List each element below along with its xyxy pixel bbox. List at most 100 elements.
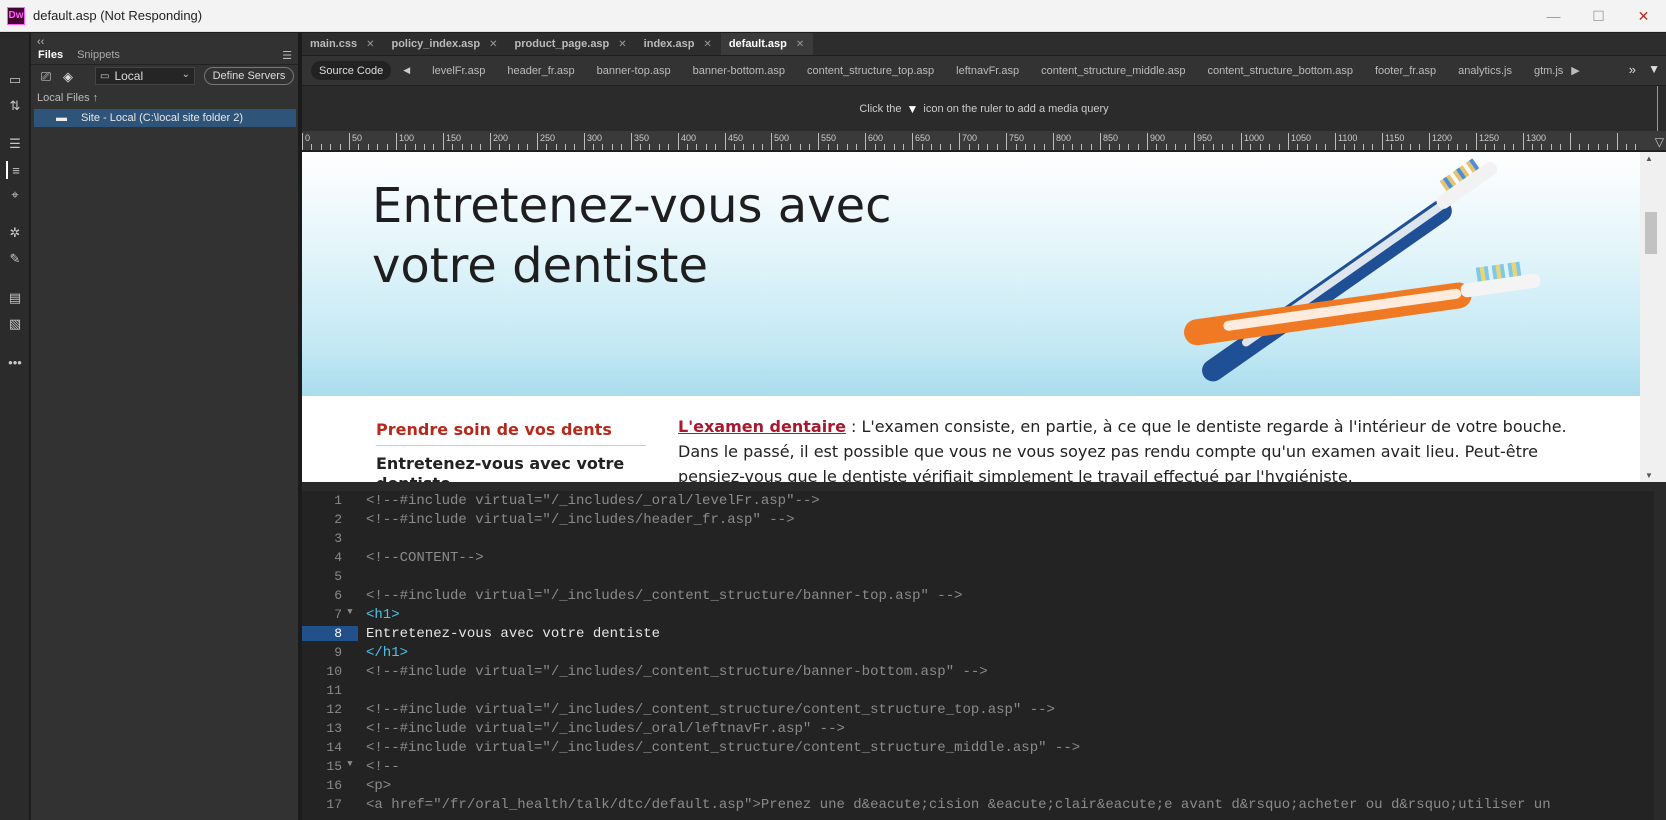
tab-label: main.css bbox=[310, 38, 358, 50]
filter-icon[interactable]: ▼ bbox=[1648, 62, 1660, 76]
related-file[interactable]: leftnavFr.asp bbox=[956, 65, 1019, 77]
scrollbar-thumb[interactable] bbox=[1645, 212, 1657, 254]
line-number[interactable]: 1 bbox=[302, 493, 342, 508]
line-number[interactable]: 10 bbox=[302, 664, 342, 679]
code-view[interactable]: 1 <!--#include virtual="/_includes/_oral/… bbox=[302, 491, 1666, 820]
line-number[interactable]: 3 bbox=[302, 531, 342, 546]
related-file[interactable]: header_fr.asp bbox=[507, 65, 574, 77]
code-line[interactable]: 6 <!--#include virtual="/_includes/_conte… bbox=[302, 586, 1666, 605]
close-icon[interactable]: ✕ bbox=[489, 39, 497, 50]
comments-icon[interactable]: ▤ bbox=[6, 289, 24, 307]
line-number[interactable]: 8 bbox=[302, 626, 342, 641]
live-view[interactable]: Entretenez-vous avec votre dentiste Pren… bbox=[302, 152, 1640, 482]
tab-default[interactable]: default.asp ✕ bbox=[720, 33, 814, 55]
sync-icon[interactable]: ⇅ bbox=[6, 97, 24, 115]
related-file[interactable]: content_structure_bottom.asp bbox=[1207, 65, 1353, 77]
git-icon[interactable]: ◈ bbox=[59, 69, 77, 85]
file-icon[interactable]: ▭ bbox=[6, 71, 24, 89]
line-number[interactable]: 11 bbox=[302, 683, 342, 698]
scroll-right-icon[interactable]: ▶ bbox=[1571, 64, 1579, 77]
properties-icon[interactable]: ☰ bbox=[6, 135, 24, 153]
nav-item-current[interactable]: Entretenez-vous avec votre dentiste bbox=[376, 454, 646, 482]
source-code-button[interactable]: Source Code bbox=[311, 61, 392, 80]
tab-main-css[interactable]: main.css ✕ bbox=[302, 33, 383, 55]
code-line[interactable]: 12 <!--#include virtual="/_includes/_cont… bbox=[302, 700, 1666, 719]
more-icon[interactable]: ••• bbox=[6, 353, 24, 371]
local-files-header[interactable]: Local Files ↑ bbox=[37, 92, 98, 104]
tab-product-page[interactable]: product_page.asp ✕ bbox=[507, 33, 636, 55]
code-text: <p> bbox=[366, 777, 392, 794]
code-line[interactable]: 9 </h1> bbox=[302, 643, 1666, 662]
code-line[interactable]: 11 bbox=[302, 681, 1666, 700]
code-line[interactable]: 8 Entretenez-vous avec votre dentiste bbox=[302, 624, 1666, 643]
close-button[interactable]: ✕ bbox=[1621, 0, 1666, 32]
ruler[interactable]: 0 50 100 150 200 250 300 350 400 450 500 550 600 650 7… bbox=[302, 131, 1666, 151]
code-line[interactable]: 4 <!--CONTENT--> bbox=[302, 548, 1666, 567]
code-line[interactable]: 1 <!--#include virtual="/_includes/_oral/… bbox=[302, 491, 1666, 510]
code-line[interactable]: 16 <p> bbox=[302, 776, 1666, 795]
code-line[interactable]: 7 ▼ <h1> bbox=[302, 605, 1666, 624]
related-file[interactable]: content_structure_middle.asp bbox=[1041, 65, 1185, 77]
code-line[interactable]: 14 <!--#include virtual="/_includes/_cont… bbox=[302, 738, 1666, 757]
ruler-width-marker-icon[interactable]: ▽ bbox=[1655, 135, 1664, 149]
minimize-button[interactable]: — bbox=[1531, 0, 1576, 32]
close-icon[interactable]: ✕ bbox=[618, 39, 626, 50]
related-file[interactable]: content_structure_top.asp bbox=[807, 65, 934, 77]
maximize-button[interactable]: ☐ bbox=[1576, 0, 1621, 32]
line-number[interactable]: 6 bbox=[302, 588, 342, 603]
line-number[interactable]: 4 bbox=[302, 550, 342, 565]
dom-icon[interactable]: ≡ bbox=[6, 161, 24, 179]
ruler-tick-label: 450 bbox=[728, 133, 744, 143]
code-line[interactable]: 5 bbox=[302, 567, 1666, 586]
code-line[interactable]: 10 <!--#include virtual="/_includes/_cont… bbox=[302, 662, 1666, 681]
nav-title[interactable]: Prendre soin de vos dents bbox=[376, 420, 646, 446]
scroll-down-icon[interactable]: ▼ bbox=[1645, 471, 1653, 480]
related-file[interactable]: analytics.js bbox=[1458, 65, 1512, 77]
close-icon[interactable]: ✕ bbox=[703, 39, 711, 50]
connect-icon[interactable]: ⎚ bbox=[37, 69, 55, 85]
line-number[interactable]: 7 bbox=[302, 607, 342, 622]
live-view-scrollbar[interactable]: ▲ ▼ bbox=[1640, 152, 1666, 482]
line-number[interactable]: 5 bbox=[302, 569, 342, 584]
related-file[interactable]: footer_fr.asp bbox=[1375, 65, 1436, 77]
css-designer-icon[interactable]: ✲ bbox=[6, 224, 24, 242]
tab-files[interactable]: Files bbox=[31, 47, 70, 64]
related-file[interactable]: levelFr.asp bbox=[432, 65, 485, 77]
fold-arrow-icon[interactable]: ▼ bbox=[342, 607, 358, 622]
site-select[interactable]: ▭ Local ⌄ bbox=[95, 67, 195, 85]
line-number[interactable]: 12 bbox=[302, 702, 342, 717]
insert-icon[interactable]: ⌖ bbox=[6, 186, 24, 204]
line-number[interactable]: 16 bbox=[302, 778, 342, 793]
scroll-up-icon[interactable]: ▲ bbox=[1645, 154, 1653, 163]
close-icon[interactable]: ✕ bbox=[366, 39, 374, 50]
related-file[interactable]: banner-bottom.asp bbox=[693, 65, 785, 77]
line-number[interactable]: 9 bbox=[302, 645, 342, 660]
code-line[interactable]: 17 <a href="/fr/oral_health/talk/dtc/defa… bbox=[302, 795, 1666, 814]
tab-snippets[interactable]: Snippets bbox=[70, 47, 127, 64]
site-root-item[interactable]: ▬ Site - Local (C:\local site folder 2) bbox=[34, 109, 296, 127]
panel-menu-icon[interactable]: ☰ bbox=[282, 49, 292, 62]
code-line[interactable]: 3 bbox=[302, 529, 1666, 548]
validation-icon[interactable]: ▧ bbox=[6, 315, 24, 333]
code-line[interactable]: 15 ▼ <!-- bbox=[302, 757, 1666, 776]
line-number[interactable]: 14 bbox=[302, 740, 342, 755]
fold-arrow-icon[interactable]: ▼ bbox=[342, 759, 358, 774]
close-icon[interactable]: ✕ bbox=[796, 39, 804, 50]
assets-icon[interactable]: ✎ bbox=[6, 250, 24, 268]
line-number[interactable]: 13 bbox=[302, 721, 342, 736]
code-line[interactable]: 13 <!--#include virtual="/_includes/_oral… bbox=[302, 719, 1666, 738]
line-number[interactable]: 17 bbox=[302, 797, 342, 812]
scroll-left-icon[interactable]: ◀ bbox=[403, 65, 410, 76]
tab-policy-index[interactable]: policy_index.asp ✕ bbox=[383, 33, 506, 55]
fold-gutter bbox=[342, 664, 358, 679]
exam-link[interactable]: L'examen dentaire bbox=[678, 417, 846, 436]
line-number[interactable]: 2 bbox=[302, 512, 342, 527]
related-file[interactable]: banner-top.asp bbox=[597, 65, 671, 77]
code-line[interactable]: 2 <!--#include virtual="/_includes/header… bbox=[302, 510, 1666, 529]
split-divider[interactable] bbox=[302, 482, 1666, 491]
define-servers-button[interactable]: Define Servers bbox=[204, 67, 294, 85]
related-file[interactable]: gtm.js bbox=[1534, 65, 1563, 77]
line-number[interactable]: 15 bbox=[302, 759, 342, 774]
tab-index[interactable]: index.asp ✕ bbox=[636, 33, 721, 55]
more-files-icon[interactable]: » bbox=[1629, 62, 1636, 77]
